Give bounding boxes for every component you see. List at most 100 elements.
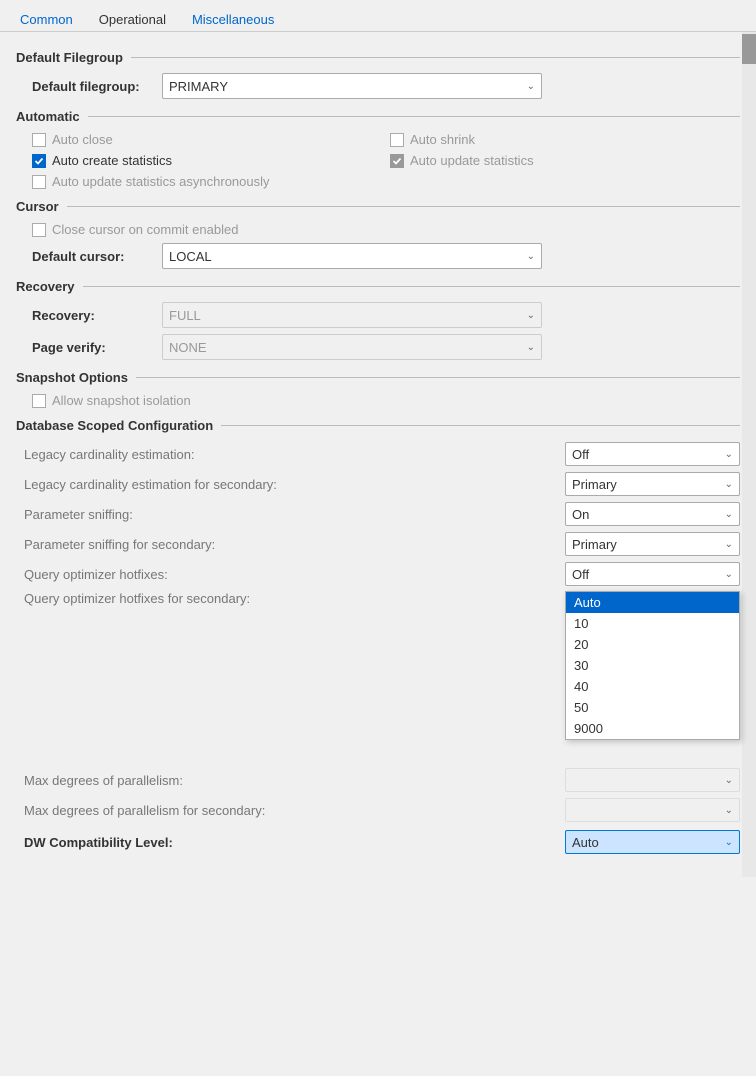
select-page-verify[interactable]: NONE ⌄ — [162, 334, 542, 360]
select-qo-hotfixes[interactable]: Off ⌄ — [565, 562, 740, 586]
select-recovery-value: FULL — [169, 308, 201, 323]
section-automatic: Automatic Auto close Auto shrink Auto cr… — [16, 109, 740, 189]
dropdown-menu-qo-hotfixes-secondary: Auto 10 20 30 40 50 9000 — [565, 591, 740, 740]
value-param-sniffing: On — [572, 507, 589, 522]
section-divider-recovery — [83, 286, 740, 287]
dropdown-item-20[interactable]: 20 — [566, 634, 739, 655]
checkbox-item-auto-shrink: Auto shrink — [390, 132, 740, 147]
config-row-param-sniffing-secondary: Parameter sniffing for secondary: Primar… — [24, 531, 740, 557]
label-dw-compat: DW Compatibility Level: — [24, 835, 565, 850]
checkbox-auto-create-stats[interactable] — [32, 154, 46, 168]
section-default-filegroup: Default Filegroup Default filegroup: PRI… — [16, 50, 740, 99]
label-max-dop: Max degrees of parallelism: — [24, 773, 565, 788]
checkbox-row-auto-2: Auto create statistics Auto update stati… — [16, 153, 740, 168]
select-legacy-cardinality-secondary[interactable]: Primary ⌄ — [565, 472, 740, 496]
label-param-sniffing: Parameter sniffing: — [24, 507, 565, 522]
dropdown-item-auto[interactable]: Auto — [566, 592, 739, 613]
scrollbar-thumb[interactable] — [742, 34, 756, 64]
section-divider-default-filegroup — [131, 57, 740, 58]
checkbox-item-auto-update-stats: Auto update statistics — [390, 153, 740, 168]
checkbox-item-snapshot-isolation: Allow snapshot isolation — [32, 393, 191, 408]
checkbox-auto-update-stats[interactable] — [390, 154, 404, 168]
config-row-max-dop: Max degrees of parallelism: ⌄ — [24, 767, 740, 793]
checkbox-auto-shrink[interactable] — [390, 133, 404, 147]
dropdown-item-9000[interactable]: 9000 — [566, 718, 739, 739]
value-legacy-cardinality: Off — [572, 447, 589, 462]
select-dw-compat[interactable]: Auto ⌄ — [565, 830, 740, 854]
checkbox-auto-update-async[interactable] — [32, 175, 46, 189]
section-header-cursor: Cursor — [16, 199, 740, 214]
config-row-param-sniffing: Parameter sniffing: On ⌄ — [24, 501, 740, 527]
label-page-verify: Page verify: — [32, 340, 162, 355]
config-row-max-dop-secondary: Max degrees of parallelism for secondary… — [24, 797, 740, 823]
label-default-cursor: Default cursor: — [32, 249, 162, 264]
value-legacy-cardinality-secondary: Primary — [572, 477, 617, 492]
main-content: Default Filegroup Default filegroup: PRI… — [0, 32, 756, 877]
checkbox-item-cursor-commit: Close cursor on commit enabled — [32, 222, 238, 237]
config-row-qo-hotfixes: Query optimizer hotfixes: Off ⌄ — [24, 561, 740, 587]
select-legacy-cardinality[interactable]: Off ⌄ — [565, 442, 740, 466]
label-max-dop-secondary: Max degrees of parallelism for secondary… — [24, 803, 565, 818]
section-divider-snapshot — [136, 377, 740, 378]
checkbox-item-auto-create-stats: Auto create statistics — [32, 153, 382, 168]
label-snapshot-isolation: Allow snapshot isolation — [52, 393, 191, 408]
chevron-down-icon: ⌄ — [725, 775, 733, 786]
dropdown-item-50[interactable]: 50 — [566, 697, 739, 718]
checkbox-auto-close[interactable] — [32, 133, 46, 147]
value-param-sniffing-secondary: Primary — [572, 537, 617, 552]
select-default-cursor[interactable]: LOCAL ⌄ — [162, 243, 542, 269]
select-param-sniffing[interactable]: On ⌄ — [565, 502, 740, 526]
dropdown-item-10[interactable]: 10 — [566, 613, 739, 634]
chevron-down-icon: ⌄ — [725, 539, 733, 550]
label-auto-update-async: Auto update statistics asynchronously — [52, 174, 270, 189]
label-legacy-cardinality: Legacy cardinality estimation: — [24, 447, 565, 462]
config-row-qo-hotfixes-secondary: Query optimizer hotfixes for secondary: … — [24, 591, 740, 617]
field-row-filegroup: Default filegroup: PRIMARY ⌄ — [16, 73, 740, 99]
label-recovery: Recovery: — [32, 308, 162, 323]
section-header-snapshot: Snapshot Options — [16, 370, 740, 385]
checkbox-item-auto-update-async: Auto update statistics asynchronously — [32, 174, 270, 189]
label-default-filegroup: Default filegroup: — [32, 79, 162, 94]
label-cursor-commit: Close cursor on commit enabled — [52, 222, 238, 237]
config-row-legacy-cardinality-secondary: Legacy cardinality estimation for second… — [24, 471, 740, 497]
section-title-snapshot: Snapshot Options — [16, 370, 128, 385]
select-max-dop[interactable]: ⌄ — [565, 768, 740, 792]
tab-operational[interactable]: Operational — [87, 8, 178, 31]
checkbox-snapshot-isolation[interactable] — [32, 394, 46, 408]
select-pageverify-value: NONE — [169, 340, 207, 355]
checkbox-cursor-commit[interactable] — [32, 223, 46, 237]
chevron-down-icon: ⌄ — [725, 837, 733, 848]
tab-miscellaneous[interactable]: Miscellaneous — [180, 8, 286, 31]
scrollbar[interactable] — [742, 32, 756, 877]
value-qo-hotfixes: Off — [572, 567, 589, 582]
section-divider-automatic — [88, 116, 740, 117]
checkmark-gray-icon — [392, 156, 402, 166]
chevron-down-icon: ⌄ — [725, 569, 733, 580]
label-qo-hotfixes: Query optimizer hotfixes: — [24, 567, 565, 582]
tab-common[interactable]: Common — [8, 8, 85, 31]
chevron-down-icon: ⌄ — [527, 342, 535, 353]
chevron-down-icon: ⌄ — [527, 310, 535, 321]
chevron-down-icon: ⌄ — [725, 805, 733, 816]
select-default-filegroup[interactable]: PRIMARY ⌄ — [162, 73, 542, 99]
checkbox-row-auto-1: Auto close Auto shrink — [16, 132, 740, 147]
select-param-sniffing-secondary[interactable]: Primary ⌄ — [565, 532, 740, 556]
dropdown-item-30[interactable]: 30 — [566, 655, 739, 676]
select-max-dop-secondary[interactable]: ⌄ — [565, 798, 740, 822]
dropdown-item-40[interactable]: 40 — [566, 676, 739, 697]
checkbox-item-auto-close: Auto close — [32, 132, 382, 147]
checkbox-row-cursor-commit: Close cursor on commit enabled — [16, 222, 740, 237]
config-row-dw-compat: DW Compatibility Level: Auto ⌄ — [24, 829, 740, 855]
section-snapshot-options: Snapshot Options Allow snapshot isolatio… — [16, 370, 740, 408]
checkbox-row-snapshot: Allow snapshot isolation — [16, 393, 740, 408]
select-recovery[interactable]: FULL ⌄ — [162, 302, 542, 328]
section-title-default-filegroup: Default Filegroup — [16, 50, 123, 65]
field-row-page-verify: Page verify: NONE ⌄ — [16, 334, 740, 360]
chevron-down-icon: ⌄ — [527, 251, 535, 262]
select-cursor-value: LOCAL — [169, 249, 212, 264]
label-legacy-cardinality-secondary: Legacy cardinality estimation for second… — [24, 477, 565, 492]
config-rows-container: Legacy cardinality estimation: Off ⌄ Leg… — [16, 441, 740, 855]
section-header-automatic: Automatic — [16, 109, 740, 124]
section-divider-cursor — [67, 206, 740, 207]
label-auto-close: Auto close — [52, 132, 113, 147]
